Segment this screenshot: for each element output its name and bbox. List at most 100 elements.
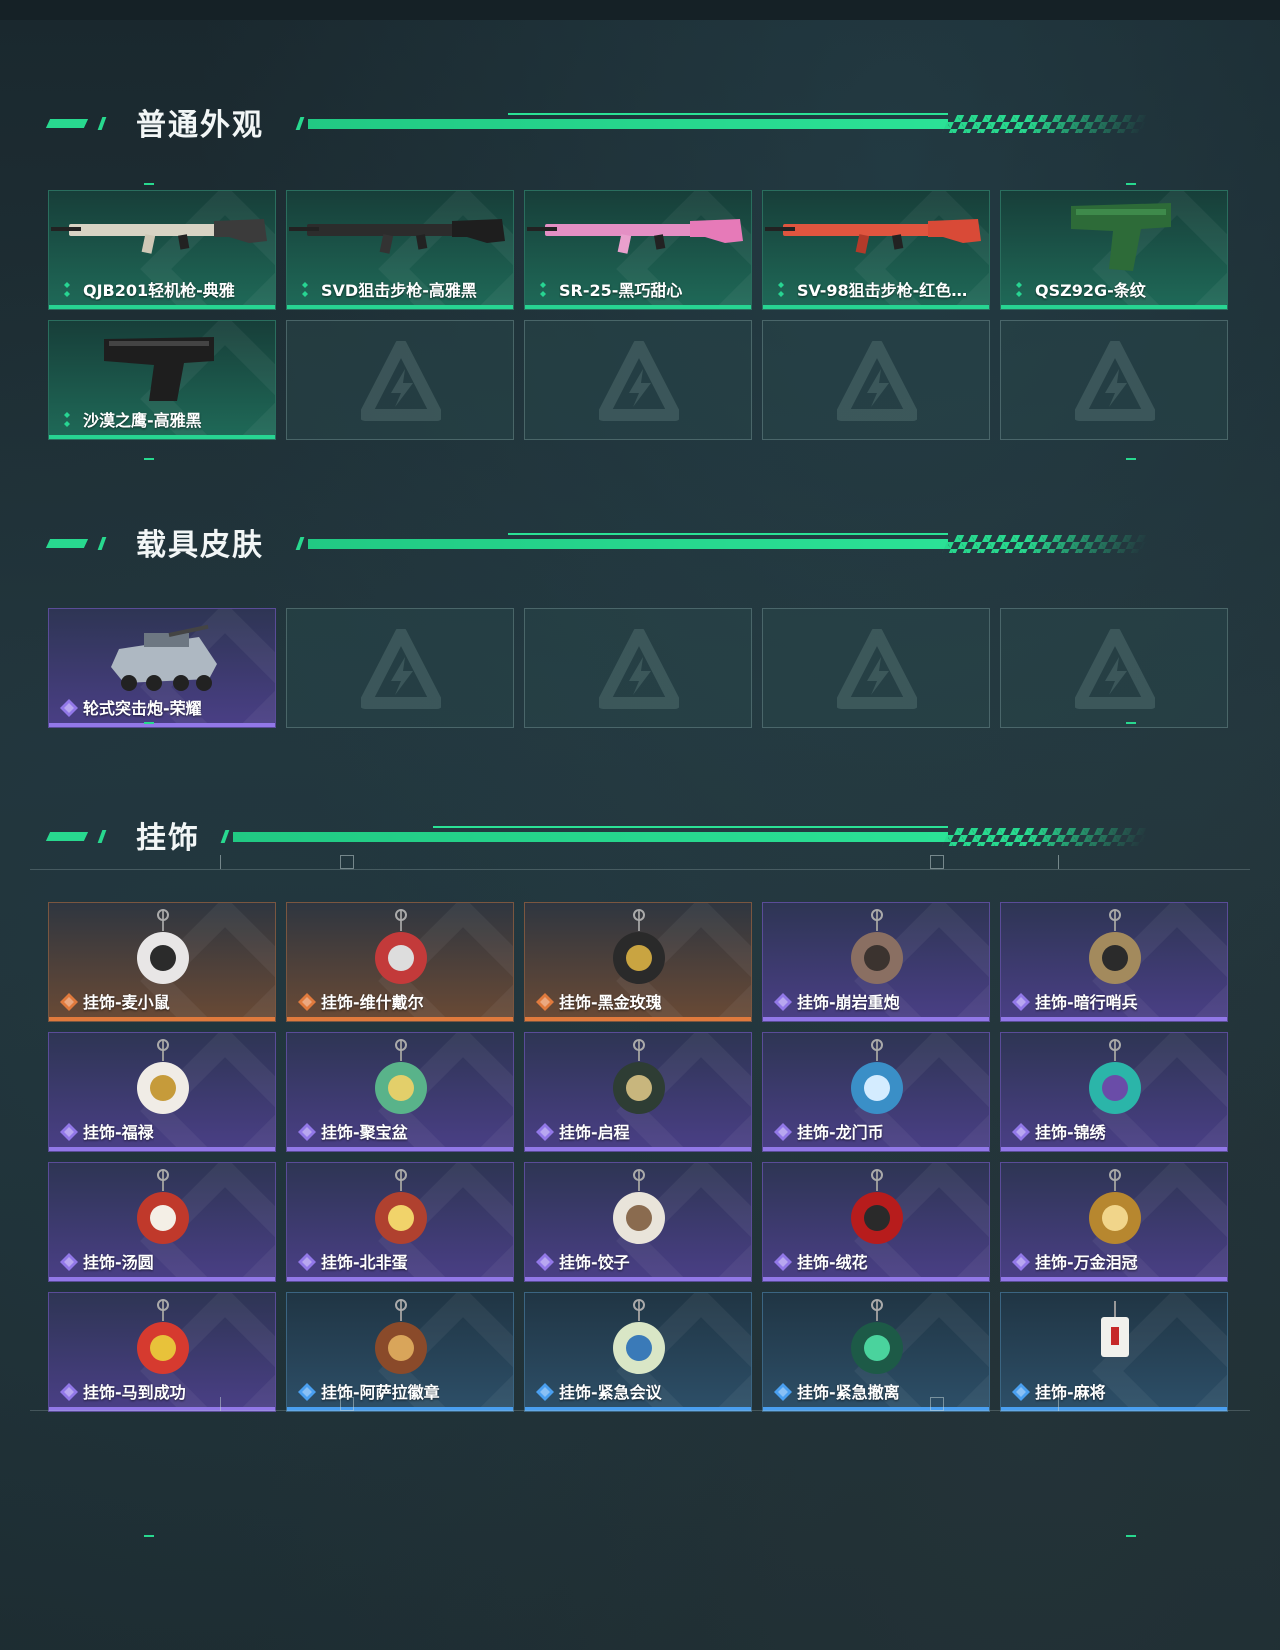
header-bar-decoration [308,119,948,129]
item-card[interactable]: SR-25-黑巧甜心 [524,190,752,310]
header-dash-decoration [45,832,89,841]
item-card[interactable]: 挂饰-福禄 [48,1032,276,1152]
green-pistol-icon [1071,203,1171,271]
rarity-diamond-icon [60,993,78,1011]
rarity-bar [287,305,513,309]
rarity-diamond-icon [64,282,70,297]
coin-charm-icon [851,1039,903,1114]
hud-square-decoration [340,1397,354,1411]
rarity-bar [49,305,275,309]
item-card[interactable]: 挂饰-崩岩重炮 [762,902,990,1022]
sentinel-charm-icon [1089,909,1141,984]
burger-charm-icon [1089,1169,1141,1244]
header-tick-decoration [295,117,305,130]
meeting-charm-icon [613,1299,665,1374]
item-card[interactable]: 挂饰-汤圆 [48,1162,276,1282]
item-card[interactable]: 挂饰-聚宝盆 [286,1032,514,1152]
machine-gun-icon [51,219,267,254]
item-label: 挂饰-龙门币 [797,1123,884,1142]
rarity-bar [763,1147,989,1151]
header-dash-decoration [45,539,89,548]
empty-slot [524,608,752,728]
hud-tick-decoration [220,1397,221,1411]
item-card[interactable]: SVD狙击步枪-高雅黑 [286,190,514,310]
section-header: 挂饰 [45,813,1198,856]
dumpling-charm-icon [613,1169,665,1244]
placeholder-logo-icon [1075,341,1155,421]
item-card[interactable]: 轮式突击炮-荣耀 [48,608,276,728]
placeholder-logo-icon [599,629,679,709]
item-card[interactable]: 挂饰-万金泪冠 [1000,1162,1228,1282]
hud-line-decoration [30,1410,1250,1411]
rarity-diamond-icon [774,1253,792,1271]
item-card[interactable]: 挂饰-麦小鼠 [48,902,276,1022]
item-label: QJB201轻机枪-典雅 [83,281,235,300]
evac-charm-icon [851,1299,903,1374]
item-label: 挂饰-绒花 [797,1253,868,1272]
item-label: 挂饰-聚宝盆 [321,1123,408,1142]
empty-slot [286,320,514,440]
item-card[interactable]: 挂饰-龙门币 [762,1032,990,1152]
badge-charm-icon [375,1299,427,1374]
item-label: 挂饰-紧急撤离 [797,1383,900,1402]
corner-mark-decoration [144,458,154,460]
rarity-bar [49,435,275,439]
rarity-bar [1001,1017,1227,1021]
item-label: 挂饰-北非蛋 [321,1253,408,1272]
item-card[interactable]: 挂饰-紧急会议 [524,1292,752,1412]
section-title: 载具皮肤 [136,528,264,563]
item-card[interactable]: 挂饰-维什戴尔 [286,902,514,1022]
item-card[interactable]: SV-98狙击步枪-红色… [762,190,990,310]
rarity-bar [525,1017,751,1021]
rarity-diamond-icon [64,412,70,427]
rarity-diamond-icon [298,1383,316,1401]
item-card[interactable]: 挂饰-紧急撤离 [762,1292,990,1412]
hud-tick-decoration [1058,855,1059,869]
corner-mark-decoration [1126,458,1136,460]
rarity-diamond-icon [1012,993,1030,1011]
figure-charm-icon [375,909,427,984]
rarity-bar [763,305,989,309]
item-card[interactable]: 挂饰-北非蛋 [286,1162,514,1282]
horse-charm-icon [137,1299,189,1374]
rarity-bar [763,1017,989,1021]
rarity-bar [49,1277,275,1281]
armored-vehicle-icon [111,624,217,691]
empty-slot [1000,608,1228,728]
rarity-diamond-icon [536,1253,554,1271]
item-label: 挂饰-阿萨拉徽章 [321,1383,440,1402]
item-card[interactable]: 挂饰-阿萨拉徽章 [286,1292,514,1412]
item-card[interactable]: 挂饰-麻将 [1000,1292,1228,1412]
rarity-diamond-icon [302,282,308,297]
rarity-bar [763,1277,989,1281]
item-card[interactable]: 挂饰-暗行哨兵 [1000,902,1228,1022]
item-card[interactable]: 挂饰-马到成功 [48,1292,276,1412]
placeholder-logo-icon [361,629,441,709]
placeholder-logo-icon [361,341,441,421]
empty-slot [762,320,990,440]
medal-charm-icon [613,1039,665,1114]
corner-mark-decoration [144,1535,154,1537]
hud-tick-decoration [220,855,221,869]
item-card[interactable]: 挂饰-黑金玫瑰 [524,902,752,1022]
rarity-diamond-icon [298,1123,316,1141]
item-label: 沙漠之鹰-高雅黑 [83,411,202,430]
item-label: 挂饰-维什戴尔 [321,993,424,1012]
placeholder-logo-icon [837,629,917,709]
item-label: 轮式突击炮-荣耀 [83,699,202,718]
item-card[interactable]: 沙漠之鹰-高雅黑 [48,320,276,440]
rarity-bar [49,1017,275,1021]
item-card[interactable]: 挂饰-绒花 [762,1162,990,1282]
section-title: 普通外观 [136,108,264,143]
item-label: 挂饰-暗行哨兵 [1035,993,1138,1012]
header-bar-decoration [233,832,948,842]
rarity-bar [287,1017,513,1021]
hud-line-decoration [30,869,1250,870]
mahjong-charm-icon [1101,1301,1129,1357]
item-card[interactable]: 挂饰-启程 [524,1032,752,1152]
rarity-diamond-icon [298,993,316,1011]
item-card[interactable]: QSZ92G-条纹 [1000,190,1228,310]
item-card[interactable]: 挂饰-饺子 [524,1162,752,1282]
item-card[interactable]: QJB201轻机枪-典雅 [48,190,276,310]
item-card[interactable]: 挂饰-锦绣 [1000,1032,1228,1152]
